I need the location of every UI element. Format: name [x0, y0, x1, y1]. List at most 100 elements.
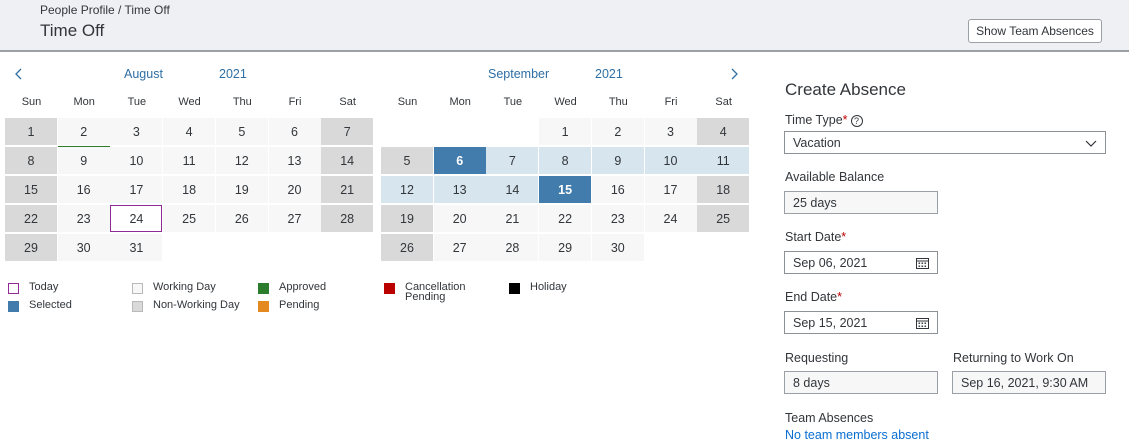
- calendar-day[interactable]: 1: [5, 118, 57, 145]
- calendar-day[interactable]: 1: [539, 118, 592, 145]
- calendar-day[interactable]: 25: [163, 205, 216, 232]
- calendar-day[interactable]: 7: [486, 147, 539, 174]
- calendar-day[interactable]: 15: [5, 176, 57, 203]
- calendar-day[interactable]: 13: [268, 147, 321, 174]
- calendar-icon[interactable]: [916, 257, 929, 269]
- legend-label: Working Day: [153, 281, 216, 293]
- available-balance-value: 25 days: [784, 191, 938, 214]
- breadcrumb[interactable]: People Profile / Time Off: [40, 3, 170, 17]
- calendar-day[interactable]: 3: [110, 118, 163, 145]
- next-month-button[interactable]: [726, 66, 742, 82]
- year-label-august[interactable]: 2021: [219, 67, 247, 81]
- calendar-day[interactable]: 22: [5, 205, 57, 232]
- time-type-label: Time Type*?: [785, 113, 863, 127]
- calendar-day[interactable]: 20: [268, 176, 321, 203]
- requesting-value: 8 days: [784, 371, 938, 394]
- year-label-september[interactable]: 2021: [595, 67, 623, 81]
- calendar-day[interactable]: 8: [5, 147, 57, 174]
- calendar-day[interactable]: 21: [321, 176, 374, 203]
- month-label-september[interactable]: September: [488, 67, 549, 81]
- calendar-day[interactable]: 30: [591, 234, 644, 261]
- calendar-day[interactable]: 15: [539, 176, 592, 203]
- calendar-day[interactable]: 17: [110, 176, 163, 203]
- calendar-day[interactable]: 16: [591, 176, 644, 203]
- calendar-day[interactable]: 6: [433, 147, 486, 174]
- calendar-day[interactable]: 29: [5, 234, 57, 261]
- calendar-day[interactable]: 12: [381, 176, 433, 203]
- calendar-day[interactable]: 5: [381, 147, 433, 174]
- calendar-day[interactable]: 23: [57, 205, 110, 232]
- calendar-day[interactable]: 18: [697, 176, 750, 203]
- month-label-august[interactable]: August: [124, 67, 163, 81]
- weekday-header: Fri: [288, 96, 302, 108]
- legend-cancel: Cancellation Pending: [384, 282, 475, 303]
- calendar-day[interactable]: 28: [486, 234, 539, 261]
- team-absences-link[interactable]: No team members absent: [785, 428, 929, 442]
- end-date-value: Sep 15, 2021: [793, 315, 868, 330]
- calendar-day[interactable]: 4: [163, 118, 216, 145]
- calendar-day[interactable]: 21: [486, 205, 539, 232]
- calendar-day[interactable]: 24: [110, 205, 163, 232]
- calendar-day[interactable]: 31: [110, 234, 163, 261]
- calendar-day[interactable]: 20: [433, 205, 486, 232]
- start-date-value: Sep 06, 2021: [793, 255, 868, 270]
- calendar-day[interactable]: 13: [433, 176, 486, 203]
- calendar-day[interactable]: 2: [57, 118, 110, 149]
- time-type-select[interactable]: Vacation: [784, 131, 1106, 154]
- page-title: Time Off: [40, 21, 105, 40]
- calendar-day[interactable]: 7: [321, 118, 374, 145]
- end-date-input[interactable]: Sep 15, 2021: [784, 311, 938, 334]
- weekday-header: Tue: [127, 96, 147, 108]
- calendar-day[interactable]: 29: [539, 234, 592, 261]
- calendar-day[interactable]: 11: [697, 147, 750, 174]
- calendar-icon[interactable]: [916, 317, 929, 329]
- calendar-day[interactable]: 18: [163, 176, 216, 203]
- calendar-day[interactable]: 16: [57, 176, 110, 203]
- calendar-day[interactable]: 14: [486, 176, 539, 203]
- calendar-day[interactable]: 24: [644, 205, 697, 232]
- weekday-header: Mon: [449, 96, 471, 108]
- calendar-day[interactable]: 14: [321, 147, 374, 174]
- calendar-day[interactable]: 6: [268, 118, 321, 145]
- calendar-day[interactable]: 3: [644, 118, 697, 145]
- weekday-header: Sat: [715, 96, 732, 108]
- calendar-day[interactable]: 22: [539, 205, 592, 232]
- weekday-header: Fri: [664, 96, 678, 108]
- show-team-absences-button[interactable]: Show Team Absences: [968, 19, 1102, 43]
- calendar-day[interactable]: 28: [321, 205, 374, 232]
- start-date-label-text: Start Date: [785, 230, 842, 244]
- available-balance-label: Available Balance: [785, 170, 885, 184]
- calendar-day[interactable]: 25: [697, 205, 750, 232]
- previous-month-button[interactable]: [11, 66, 27, 82]
- calendar-day[interactable]: 27: [433, 234, 486, 261]
- page-header: People Profile / Time Off Time Off Show …: [0, 0, 1129, 52]
- calendar-day[interactable]: 2: [591, 118, 644, 145]
- legend-label: Today: [29, 281, 59, 293]
- legend-swatch: [258, 301, 269, 312]
- calendar-day[interactable]: 30: [57, 234, 110, 261]
- calendar-day[interactable]: 8: [539, 147, 592, 174]
- calendar-day[interactable]: 27: [268, 205, 321, 232]
- calendar-day[interactable]: 19: [381, 205, 433, 232]
- calendar-day[interactable]: 26: [215, 205, 268, 232]
- calendar-day[interactable]: 10: [110, 147, 163, 174]
- help-icon[interactable]: ?: [850, 115, 863, 127]
- calendar-day[interactable]: 4: [697, 118, 750, 145]
- calendar-day[interactable]: 19: [215, 176, 268, 203]
- calendar-day[interactable]: 11: [163, 147, 216, 174]
- calendar-day[interactable]: 10: [644, 147, 697, 174]
- time-type-label-text: Time Type: [785, 113, 843, 127]
- calendar-day[interactable]: 23: [591, 205, 644, 232]
- calendar-day[interactable]: 17: [644, 176, 697, 203]
- start-date-input[interactable]: Sep 06, 2021: [784, 251, 938, 274]
- calendar-day[interactable]: 5: [215, 118, 268, 145]
- weekday-header: Sun: [397, 96, 418, 108]
- calendar-day[interactable]: 9: [57, 147, 110, 174]
- calendar-day[interactable]: 26: [381, 234, 433, 261]
- legend-today: Today: [8, 282, 58, 294]
- calendar-day[interactable]: 9: [591, 147, 644, 174]
- chevron-down-icon: [1085, 140, 1097, 147]
- calendar-day[interactable]: 12: [215, 147, 268, 174]
- legend-working: Working Day: [132, 282, 216, 294]
- legend-approved: Approved: [258, 282, 326, 294]
